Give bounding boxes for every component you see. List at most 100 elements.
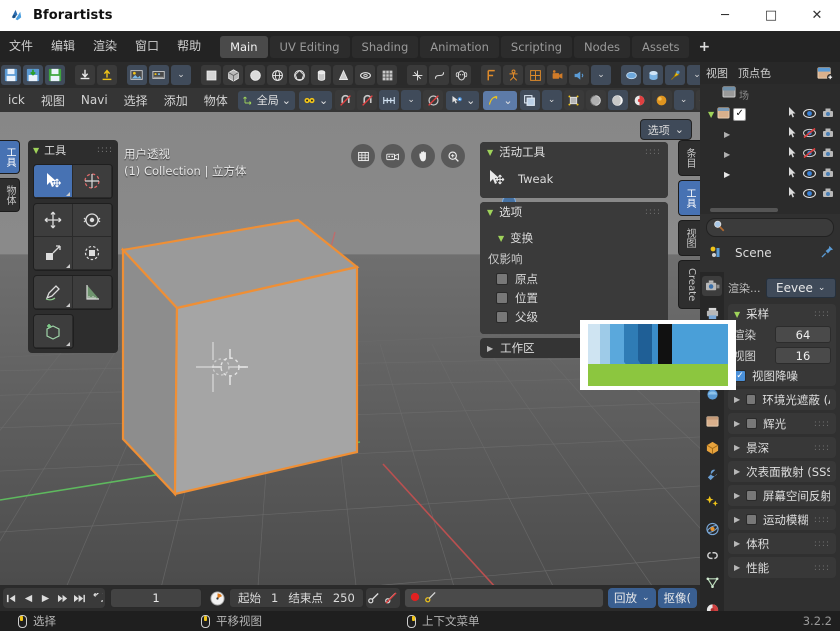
tab-scripting[interactable]: Scripting bbox=[500, 35, 573, 58]
auto-keyframe-icon[interactable] bbox=[207, 588, 227, 608]
gizmo-toggle-selector[interactable]: ⌄ bbox=[483, 90, 517, 110]
outliner-scene-row[interactable]: 场 bbox=[700, 84, 840, 104]
tool-move[interactable] bbox=[34, 204, 73, 237]
tab-uv-editing[interactable]: UV Editing bbox=[269, 35, 350, 58]
search-input[interactable] bbox=[706, 217, 834, 237]
triangle-right-icon[interactable]: ▶ bbox=[708, 150, 730, 159]
add-lattice-icon[interactable] bbox=[525, 65, 545, 85]
properties-tab-collection[interactable] bbox=[702, 411, 722, 431]
search-field[interactable] bbox=[730, 220, 827, 234]
viewport-tab-tool[interactable]: 工具 bbox=[0, 140, 20, 174]
menu-edit[interactable]: 编辑 bbox=[42, 31, 84, 62]
pin-icon[interactable] bbox=[821, 245, 834, 261]
start-frame-value[interactable]: 1 bbox=[271, 591, 278, 605]
viewport-tab-object[interactable]: 物体 bbox=[0, 178, 20, 212]
outliner-menu-vertexcolor[interactable]: 顶点色 bbox=[738, 65, 771, 81]
collection-checkbox[interactable]: ✓ bbox=[733, 107, 747, 121]
shading-wireframe-icon[interactable] bbox=[585, 90, 606, 110]
cursor-select-icon[interactable] bbox=[788, 187, 797, 201]
save-as-icon[interactable] bbox=[45, 65, 65, 85]
cursor-select-icon[interactable] bbox=[788, 127, 797, 141]
magnet-snap-icon[interactable] bbox=[357, 90, 378, 110]
header-menu-ick[interactable]: ick bbox=[0, 93, 33, 107]
toolbar-panel-header[interactable]: ▼ 工具 :::: bbox=[28, 140, 118, 160]
grip-dots-icon[interactable]: :::: bbox=[814, 515, 830, 525]
tool-scale[interactable] bbox=[34, 237, 73, 270]
checkbox-location[interactable]: 位置 bbox=[488, 288, 660, 307]
outliner-hscrollbar[interactable] bbox=[710, 208, 778, 212]
add-camera-icon[interactable] bbox=[547, 65, 567, 85]
frame-range[interactable]: 起始 1 结束点 250 bbox=[229, 588, 364, 608]
shading-solid-icon[interactable] bbox=[621, 65, 641, 85]
export-icon[interactable] bbox=[97, 65, 117, 85]
add-dropdown[interactable]: ⌄ bbox=[591, 65, 611, 85]
properties-tab-constraints[interactable] bbox=[702, 546, 722, 566]
new-collection-icon[interactable] bbox=[817, 65, 834, 81]
grip-dots-icon[interactable]: :::: bbox=[814, 443, 830, 453]
add-armature-icon[interactable] bbox=[503, 65, 523, 85]
checkbox-origin[interactable]: 原点 bbox=[488, 269, 660, 288]
add-curve-icon[interactable] bbox=[429, 65, 449, 85]
tab-animation[interactable]: Animation bbox=[420, 35, 499, 58]
record-dot-icon[interactable] bbox=[409, 591, 421, 606]
tab-main[interactable]: Main bbox=[220, 35, 268, 58]
proportional-edit-off-icon[interactable] bbox=[423, 90, 444, 110]
tab-shading[interactable]: Shading bbox=[351, 35, 419, 58]
sampling-render-value[interactable]: 64 bbox=[775, 326, 831, 343]
properties-tab-object[interactable] bbox=[702, 438, 722, 458]
shading-material-preview-icon[interactable] bbox=[629, 90, 650, 110]
close-button[interactable]: ✕ bbox=[794, 0, 840, 31]
add-icosphere-icon[interactable] bbox=[289, 65, 309, 85]
keying-playback-dropdown[interactable]: 回放 ⌄ bbox=[607, 588, 656, 608]
magnet-off-icon[interactable] bbox=[335, 90, 356, 110]
viewport-options-button[interactable]: 选项 ⌄ bbox=[639, 119, 692, 140]
shading-rendered-icon[interactable] bbox=[651, 90, 672, 110]
loop-icon[interactable] bbox=[88, 588, 105, 608]
tool-rotate[interactable] bbox=[73, 204, 112, 237]
shading-dropdown[interactable]: ⌄ bbox=[673, 90, 694, 110]
menu-file[interactable]: 文件 bbox=[0, 31, 42, 62]
outliner-object-row[interactable]: ▶ bbox=[700, 144, 840, 164]
options-header[interactable]: ▼ 选项 :::: bbox=[480, 202, 668, 222]
minimize-button[interactable]: ─ bbox=[702, 0, 748, 31]
render-image-icon[interactable] bbox=[127, 65, 147, 85]
next-keyframe-icon[interactable] bbox=[54, 588, 71, 608]
add-cone-icon[interactable] bbox=[333, 65, 353, 85]
play-reverse-icon[interactable] bbox=[20, 588, 37, 608]
paint-brush-icon[interactable] bbox=[665, 65, 685, 85]
shading-material-icon[interactable] bbox=[643, 65, 663, 85]
render-animation-icon[interactable] bbox=[149, 65, 169, 85]
outliner-object-row[interactable]: ▶ bbox=[700, 164, 840, 184]
camera-render-icon[interactable] bbox=[822, 147, 834, 161]
sampling-viewport-value[interactable]: 16 bbox=[775, 347, 831, 364]
checkbox-box[interactable] bbox=[746, 514, 757, 525]
keying-set-dropdown[interactable]: 抠像( bbox=[657, 588, 697, 608]
camera-render-icon[interactable] bbox=[822, 167, 834, 181]
camera-view-icon[interactable] bbox=[381, 144, 405, 168]
tool-select-box[interactable] bbox=[73, 165, 112, 198]
triangle-right-icon[interactable]: ▶ bbox=[708, 130, 730, 139]
eye-hidden-icon[interactable] bbox=[803, 147, 816, 161]
maximize-button[interactable]: □ bbox=[748, 0, 794, 31]
camera-render-icon[interactable] bbox=[822, 107, 834, 121]
add-speaker-icon[interactable] bbox=[569, 65, 589, 85]
grid-toggle-icon[interactable] bbox=[351, 144, 375, 168]
npanel-tab-tool[interactable]: 工具 bbox=[678, 180, 700, 216]
sampling-header[interactable]: ▼ 采样 :::: bbox=[728, 304, 836, 324]
camera-render-icon[interactable] bbox=[822, 187, 834, 201]
play-icon[interactable] bbox=[37, 588, 54, 608]
grip-dots-icon[interactable]: :::: bbox=[814, 309, 830, 319]
overlays-toggle-icon[interactable] bbox=[519, 90, 540, 110]
render-engine-dropdown[interactable]: Eevee ⌄ bbox=[765, 278, 836, 298]
cursor-select-icon[interactable] bbox=[788, 167, 797, 181]
properties-tab-physics[interactable] bbox=[702, 519, 722, 539]
transform-subsection-header[interactable]: ▼ 变换 bbox=[488, 228, 660, 248]
outliner[interactable]: 场 ▼ ✓ ▶ ▶ ▶ bbox=[700, 84, 840, 214]
checkbox-box[interactable] bbox=[746, 394, 757, 405]
active-tool-header[interactable]: ▼ 活动工具 :::: bbox=[480, 142, 668, 162]
grip-dots-icon[interactable]: :::: bbox=[645, 207, 661, 217]
tool-measure[interactable] bbox=[73, 276, 112, 309]
eye-visible-icon[interactable] bbox=[802, 167, 817, 181]
xray-toggle-icon[interactable] bbox=[563, 90, 584, 110]
properties-tab-particles[interactable] bbox=[702, 492, 722, 512]
